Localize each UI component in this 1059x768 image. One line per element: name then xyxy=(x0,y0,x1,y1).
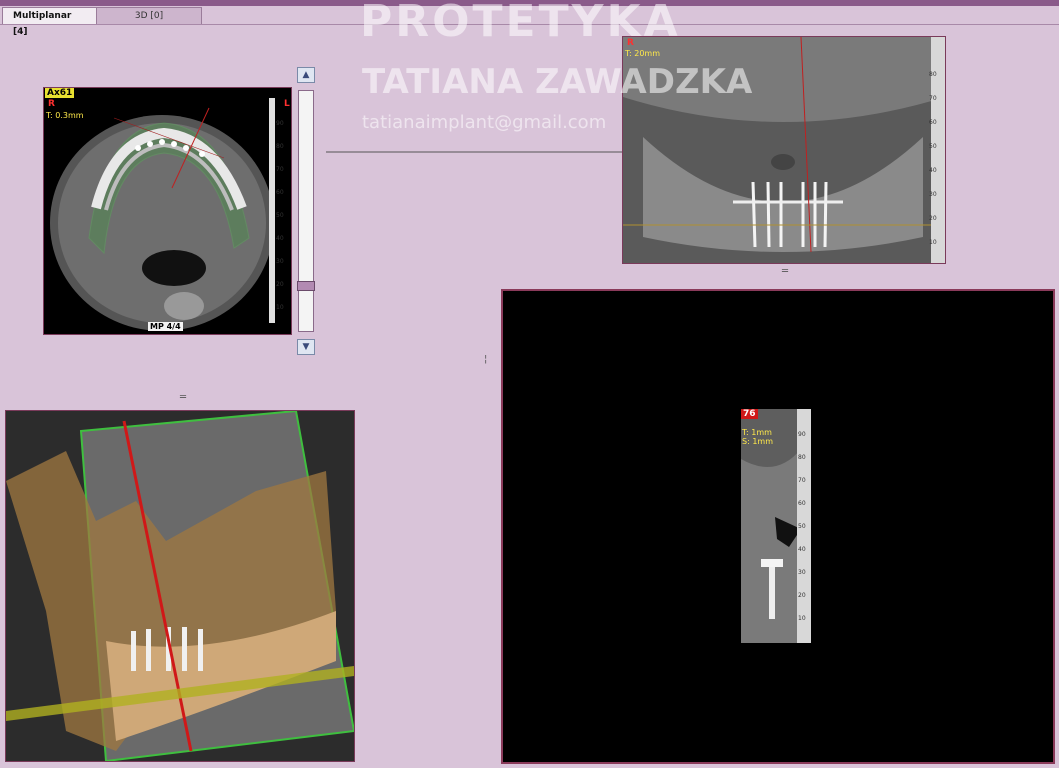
slice-up-button[interactable]: ▲ xyxy=(297,67,315,83)
watermark-email: tatianaimplant@gmail.com xyxy=(362,112,607,133)
splitter-handle-right[interactable]: ═ xyxy=(782,266,788,277)
volume-3d-render xyxy=(6,411,354,761)
volume-3d-viewer[interactable] xyxy=(5,410,355,762)
axial-caption: MP 4/4 xyxy=(148,322,183,331)
tab-3d[interactable]: 3D [0] xyxy=(96,7,202,24)
panoramic-ct-image xyxy=(623,37,945,263)
splitter-handle-vertical[interactable]: ¦ xyxy=(484,354,487,365)
arrow-up-icon: ▲ xyxy=(302,70,310,80)
slice-slider-thumb[interactable] xyxy=(297,281,315,291)
axial-viewer[interactable]: Ax61 R L T: 0.3mm MP 4/4 90 80 70 60 50 40 3… xyxy=(43,87,292,335)
cross-section-thickness: T: 1mm xyxy=(742,428,772,437)
panoramic-viewer[interactable]: R T: 20mm 80 70 60 50 40 30 20 10 xyxy=(622,36,946,264)
tab-bar: Multiplanar [4] 3D [0] xyxy=(0,6,1059,37)
cross-section-image: 76 T: 1mm S: 1mm 90 80 70 60 50 40 30 20 10 xyxy=(741,409,811,643)
cross-section-viewer[interactable]: 76 T: 1mm S: 1mm 90 80 70 60 50 40 30 20 10 xyxy=(501,289,1055,764)
arrow-down-icon: ▼ xyxy=(302,342,310,352)
slice-down-button[interactable]: ▼ xyxy=(297,339,315,355)
slice-slider-track[interactable] xyxy=(298,90,314,332)
pano-side-marker: R xyxy=(627,38,634,48)
cross-section-ruler: 90 80 70 60 50 40 30 20 10 xyxy=(798,431,806,622)
axial-ruler: 90 80 70 60 50 40 30 20 10 xyxy=(276,120,284,311)
cross-section-badge: 76 xyxy=(741,409,758,419)
splitter-handle-left[interactable]: ═ xyxy=(180,392,186,403)
axial-badge: Ax61 xyxy=(45,88,75,98)
axial-side-marker: R xyxy=(48,99,55,109)
axial-ct-image xyxy=(50,98,275,331)
axial-thickness: T: 0.3mm xyxy=(46,111,84,120)
tab-multiplanar[interactable]: Multiplanar [4] xyxy=(2,7,98,37)
pano-thickness: T: 20mm xyxy=(625,49,661,58)
axial-side-marker-right: L xyxy=(284,99,290,109)
pano-ruler: 80 70 60 50 40 30 20 10 xyxy=(929,71,937,246)
cross-section-spacing: S: 1mm xyxy=(742,437,773,446)
